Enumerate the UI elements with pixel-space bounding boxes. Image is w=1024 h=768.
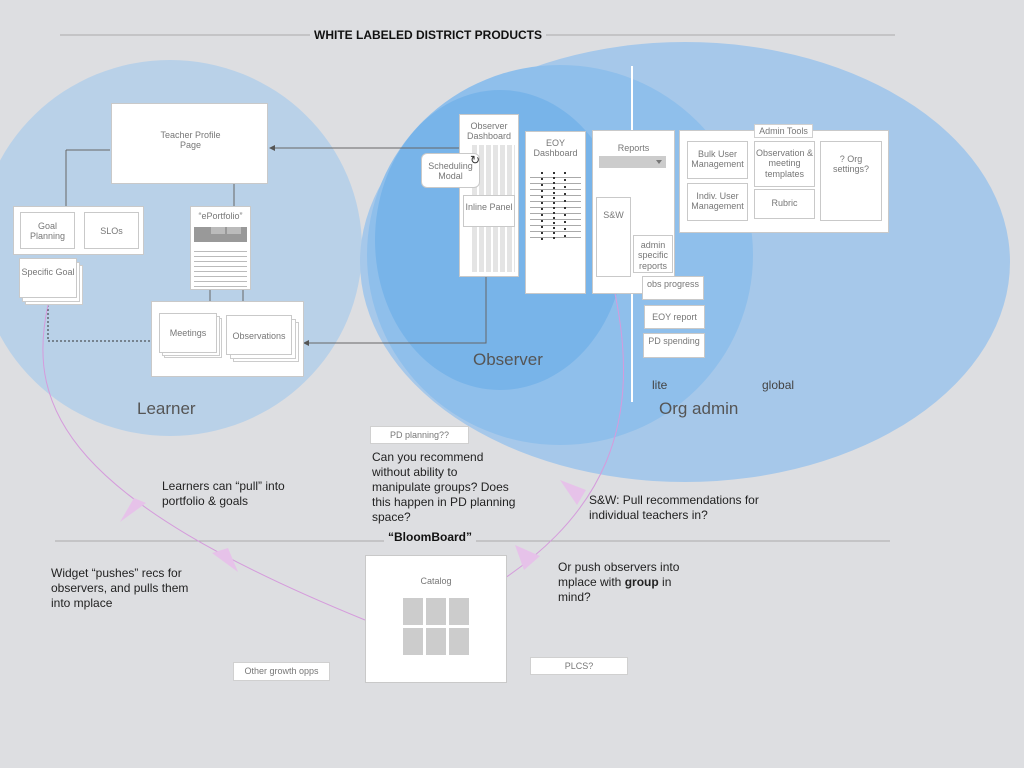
goal-planning-card: Goal Planning: [20, 212, 75, 249]
observations-label: Observations: [232, 331, 286, 341]
admin-tools-title: Admin Tools: [754, 124, 813, 138]
pink-arrow-head: [560, 480, 586, 505]
refresh-icon: ↻: [470, 153, 481, 167]
obs-progress-label: obs progress: [646, 279, 700, 289]
observations-card: Observations: [226, 315, 292, 355]
pink-arrow-head: [120, 498, 146, 522]
slos-label: SLOs: [100, 226, 123, 236]
inline-panel-label: Inline Panel: [465, 202, 513, 212]
push-observers-bold: group: [624, 575, 659, 589]
zone-label-learner: Learner: [137, 399, 196, 418]
meetings-label: Meetings: [169, 328, 207, 338]
org-settings-label: ? Org settings?: [832, 154, 870, 175]
observation-templates: Observation & meeting templates: [754, 141, 815, 187]
widget-pushes-note: Widget “pushes” recs for observers, and …: [51, 566, 189, 610]
reports-dropdown[interactable]: [599, 156, 666, 168]
plcs-tag: PLCS?: [530, 657, 628, 675]
catalog-tile: [403, 628, 423, 655]
inline-panel: Inline Panel: [463, 195, 515, 227]
learners-pull-note: Learners can “pull” into portfolio & goa…: [162, 479, 285, 508]
sw-label: S&W: [603, 210, 624, 220]
scheduling-modal: Scheduling Modal ↻: [421, 153, 480, 188]
bulk-user-label: Bulk User Management: [691, 149, 744, 170]
catalog-label: Catalog: [420, 576, 452, 586]
org-settings-card: ? Org settings?: [820, 141, 882, 221]
eoy-dashboard: EOY Dashboard: [525, 131, 586, 294]
goal-planning-label: Goal Planning: [29, 221, 66, 242]
rubric-label: Rubric: [771, 198, 798, 208]
zone-label-lite: lite: [652, 378, 668, 392]
specific-goal-label: Specific Goal: [21, 267, 75, 277]
pd-spending-label: PD spending: [648, 336, 700, 346]
rubric-card: Rubric: [754, 189, 815, 219]
specific-goal-card: Specific Goal: [19, 258, 77, 298]
eportfolio-tab: [227, 227, 241, 234]
eportfolio-lines: [194, 247, 247, 287]
meetings-observations-group: Meetings Observations: [151, 301, 304, 377]
teacher-profile-page: Teacher Profile Page: [111, 103, 268, 184]
eoy-report-label: EOY report: [652, 312, 697, 322]
eoy-lines: [530, 172, 581, 240]
catalog-card: Catalog: [365, 555, 507, 683]
pink-arrow-head: [515, 545, 540, 570]
push-observers-note: Or push observers into mplace with group…: [558, 560, 698, 605]
diagram-canvas: WHITE LABELED DISTRICT PRODUCTS “BloomBo…: [0, 0, 1024, 768]
catalog-tile: [449, 598, 469, 625]
catalog-tile: [426, 628, 446, 655]
admin-tools-panel: Admin Tools Bulk User Management Indiv. …: [679, 124, 889, 233]
eportfolio-label: “ePortfolio”: [198, 211, 243, 221]
admin-specific-reports: admin specific reports: [633, 235, 673, 273]
eportfolio-card: “ePortfolio”: [190, 206, 251, 290]
catalog-tile: [403, 598, 423, 625]
slos-card: SLOs: [84, 212, 139, 249]
indiv-user-label: Indiv. User Management: [691, 191, 744, 212]
teacher-profile-label: Teacher Profile Page: [160, 130, 221, 151]
obs-progress-card: obs progress: [642, 276, 704, 300]
eoy-report-card: EOY report: [644, 305, 705, 329]
zone-label-observer: Observer: [473, 350, 543, 369]
eportfolio-tab: [211, 227, 225, 234]
chevron-down-icon: [656, 160, 662, 164]
observer-dashboard-label: Observer Dashboard: [466, 121, 512, 142]
indiv-user-management: Indiv. User Management: [687, 183, 748, 221]
eoy-dashboard-label: EOY Dashboard: [533, 138, 578, 159]
sw-card: S&W: [596, 197, 631, 277]
bulk-user-management: Bulk User Management: [687, 141, 748, 179]
eoy-dots: [553, 172, 555, 240]
pd-spending-card: PD spending: [643, 333, 705, 358]
page-title: WHITE LABELED DISTRICT PRODUCTS: [310, 28, 546, 42]
pd-planning-tag: PD planning??: [370, 426, 469, 444]
observation-templates-label: Observation & meeting templates: [755, 148, 814, 179]
goal-group: Goal Planning SLOs: [13, 206, 144, 255]
reports-label: Reports: [617, 143, 650, 153]
zone-label-org-admin: Org admin: [659, 399, 739, 418]
eoy-dots: [564, 172, 566, 240]
sw-question: S&W: Pull recommendations for individual…: [589, 493, 759, 522]
admin-specific-reports-label: admin specific reports: [637, 240, 668, 271]
section-title: “BloomBoard”: [384, 530, 476, 544]
meetings-card: Meetings: [159, 313, 217, 353]
catalog-tile: [426, 598, 446, 625]
other-growth-tag: Other growth opps: [233, 662, 330, 681]
eoy-dots: [541, 172, 543, 240]
zone-label-global: global: [762, 378, 795, 392]
recommend-question: Can you recommend without ability to man…: [372, 450, 516, 524]
catalog-tile: [449, 628, 469, 655]
